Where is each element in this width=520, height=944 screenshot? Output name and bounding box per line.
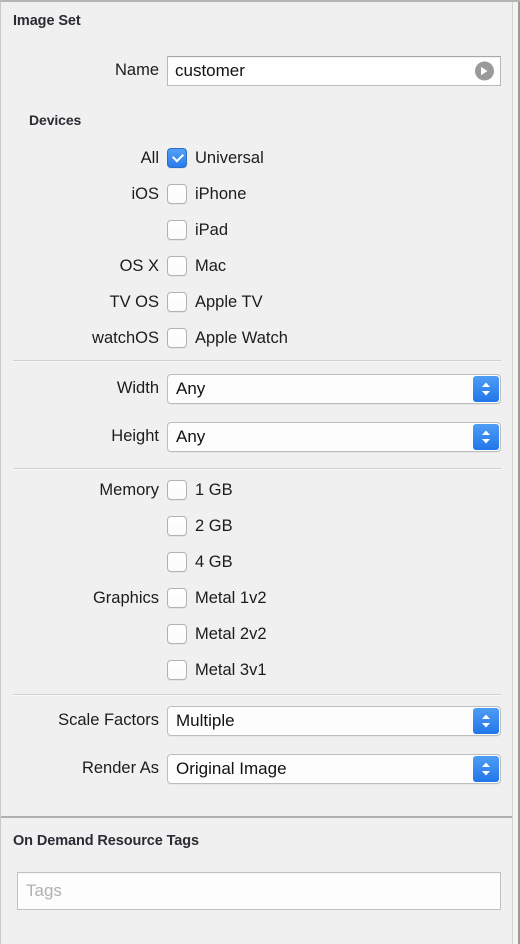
width-dropdown-value: Any [176, 379, 206, 398]
checkbox-label-metal-1v2: Metal 1v2 [195, 589, 267, 607]
checkbox-mac[interactable] [167, 256, 187, 276]
checkbox-label-apple-tv: Apple TV [195, 293, 263, 311]
name-label: Name [114, 61, 159, 79]
graphics-row-metal-3v1: Metal 3v1 [1, 656, 513, 684]
checkbox-iphone[interactable] [167, 184, 187, 204]
memory-row-4gb: 4 GB [1, 548, 513, 576]
checkbox-apple-watch[interactable] [167, 328, 187, 348]
device-label-osx: OS X [119, 257, 159, 275]
device-label-ios: iOS [131, 185, 159, 203]
width-row: Width Any [1, 374, 513, 404]
height-dropdown[interactable]: Any [167, 422, 501, 452]
checkbox-label-memory-2gb: 2 GB [195, 517, 233, 535]
height-dropdown-value: Any [176, 427, 206, 446]
checkbox-universal[interactable] [167, 148, 187, 168]
checkbox-label-memory-4gb: 4 GB [195, 553, 233, 571]
render-as-row: Render As Original Image [1, 754, 513, 784]
arrow-right-circle-icon[interactable] [475, 61, 494, 81]
render-as-label: Render As [81, 759, 159, 777]
graphics-row-metal-2v2: Metal 2v2 [1, 620, 513, 648]
image-set-section-title: Image Set [13, 13, 81, 29]
chevron-up-down-icon[interactable] [473, 376, 499, 402]
render-as-dropdown[interactable]: Original Image [167, 754, 501, 784]
chevron-up-down-icon[interactable] [473, 756, 499, 782]
on-demand-resource-tags-title: On Demand Resource Tags [13, 833, 199, 849]
height-row: Height Any [1, 422, 513, 452]
memory-label: Memory [99, 481, 159, 499]
image-set-section: Image Set Name customer Devices All Univ… [1, 2, 513, 816]
on-demand-resource-tags-section: On Demand Resource Tags [1, 816, 513, 944]
devices-group-title: Devices [29, 112, 82, 128]
checkbox-label-mac: Mac [195, 257, 227, 275]
graphics-label: Graphics [92, 589, 159, 607]
checkbox-memory-1gb[interactable] [167, 480, 187, 500]
name-row: Name customer [1, 56, 513, 86]
device-label-watchos: watchOS [92, 329, 159, 347]
checkbox-memory-4gb[interactable] [167, 552, 187, 572]
chevron-up-down-icon[interactable] [473, 424, 499, 450]
checkbox-memory-2gb[interactable] [167, 516, 187, 536]
scale-factors-row: Scale Factors Multiple [1, 706, 513, 736]
checkbox-label-metal-2v2: Metal 2v2 [195, 625, 267, 643]
memory-row-1gb: Memory 1 GB [1, 476, 513, 504]
device-row-mac: OS X Mac [1, 252, 513, 280]
checkbox-ipad[interactable] [167, 220, 187, 240]
device-label-all: All [140, 149, 159, 167]
tags-input[interactable] [18, 873, 500, 909]
divider-after-devices [13, 360, 501, 361]
device-row-universal: All Universal [1, 144, 513, 172]
scale-factors-dropdown[interactable]: Multiple [167, 706, 501, 736]
checkbox-metal-1v2[interactable] [167, 588, 187, 608]
checkbox-apple-tv[interactable] [167, 292, 187, 312]
name-input[interactable]: customer [167, 56, 501, 86]
scale-factors-label: Scale Factors [58, 711, 159, 729]
scale-factors-dropdown-value: Multiple [176, 711, 235, 730]
chevron-up-down-icon[interactable] [473, 708, 499, 734]
width-dropdown[interactable]: Any [167, 374, 501, 404]
graphics-row-metal-1v2: Graphics Metal 1v2 [1, 584, 513, 612]
checkbox-label-iphone: iPhone [195, 185, 247, 203]
device-row-apple-watch: watchOS Apple Watch [1, 324, 513, 352]
checkbox-metal-2v2[interactable] [167, 624, 187, 644]
window-right-edge [512, 2, 520, 944]
device-row-ipad: iPad [1, 216, 513, 244]
divider-after-hardware [13, 694, 501, 695]
device-label-tvos: TV OS [109, 293, 159, 311]
render-as-dropdown-value: Original Image [176, 759, 287, 778]
name-input-value: customer [175, 61, 245, 80]
checkbox-label-memory-1gb: 1 GB [195, 481, 233, 499]
checkbox-metal-3v1[interactable] [167, 660, 187, 680]
divider-after-size [13, 468, 501, 469]
device-row-apple-tv: TV OS Apple TV [1, 288, 513, 316]
checkbox-label-metal-3v1: Metal 3v1 [195, 661, 267, 679]
image-set-inspector-panel: Image Set Name customer Devices All Univ… [0, 0, 520, 944]
height-label: Height [111, 427, 159, 445]
device-row-iphone: iOS iPhone [1, 180, 513, 208]
checkbox-label-apple-watch: Apple Watch [195, 329, 288, 347]
tags-input-wrapper[interactable] [17, 872, 501, 910]
checkbox-label-ipad: iPad [195, 221, 229, 239]
width-label: Width [116, 379, 159, 397]
memory-row-2gb: 2 GB [1, 512, 513, 540]
checkbox-label-universal: Universal [195, 149, 264, 167]
